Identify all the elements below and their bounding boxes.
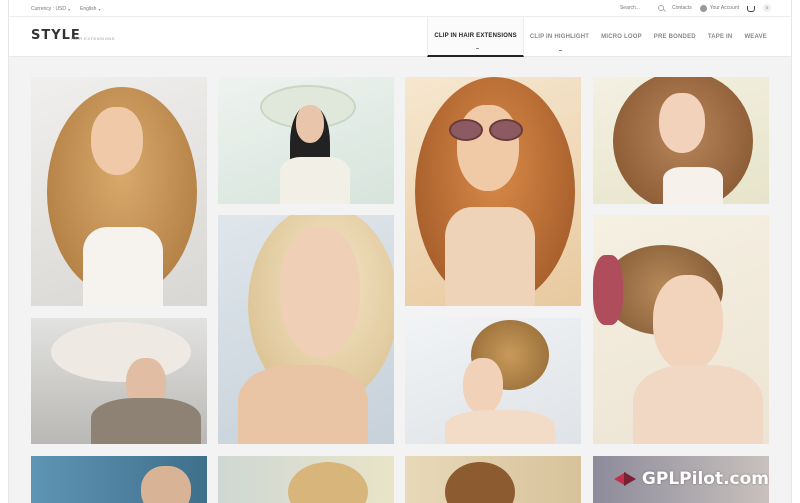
nav-item-label: TAPE IN (707, 34, 733, 40)
account-link[interactable]: Your Account (699, 4, 739, 12)
chevron-down-icon: ▾ (98, 6, 101, 12)
logo-tagline: HAIR EXTENSIONS (71, 36, 115, 41)
user-icon (699, 4, 707, 12)
nav-item-label: WEAVE (744, 34, 767, 40)
photo-grid (9, 58, 791, 503)
main-nav: CLIP IN HAIR EXTENSIONS CLIP IN HIGHLIGH… (427, 17, 773, 57)
gallery-photo-floral-updo[interactable] (593, 215, 769, 444)
nav-item-weave[interactable]: WEAVE (738, 17, 773, 57)
watermark: GPLPilot.com (613, 469, 769, 489)
gallery-photo-sun-hat[interactable] (218, 77, 394, 204)
gallery-photo-bottom-3[interactable] (405, 456, 581, 503)
page-frame: Currency : USD ▾ English ▾ Search... Con… (8, 0, 792, 503)
nav-item-pre-bonded[interactable]: PRE BONDED (648, 17, 702, 57)
account-label: Your Account (709, 5, 739, 11)
nav-item-label: CLIP IN HIGHLIGHT (529, 34, 590, 40)
cart-icon[interactable] (747, 6, 755, 12)
gallery-photo-windblown-platinum[interactable] (31, 318, 207, 444)
gallery-photo-updo[interactable] (405, 318, 581, 444)
nav-item-label: PRE BONDED (653, 34, 696, 40)
site-header: STYLE HAIR EXTENSIONS CLIP IN HAIR EXTEN… (9, 17, 791, 57)
submenu-indicator-icon (475, 48, 479, 49)
watermark-logo-icon (613, 472, 638, 486)
gallery-photo-curly-blonde[interactable] (31, 77, 207, 306)
submenu-indicator-icon (559, 50, 563, 51)
contacts-link[interactable]: Contacts (672, 5, 692, 11)
nav-item-tape-in[interactable]: TAPE IN (702, 17, 739, 57)
utility-bar: Currency : USD ▾ English ▾ Search... Con… (9, 0, 791, 17)
currency-select[interactable]: Currency : USD ▾ (31, 6, 70, 12)
language-select[interactable]: English ▾ (80, 6, 100, 12)
nav-item-micro-loop[interactable]: MICRO LOOP (595, 17, 648, 57)
currency-label: Currency : USD (31, 6, 67, 12)
chevron-down-icon: ▾ (68, 6, 71, 12)
nav-item-label: CLIP IN HAIR EXTENSIONS (434, 33, 517, 39)
search-icon[interactable] (657, 5, 664, 11)
watermark-text: GPLPilot.com (641, 469, 769, 489)
nav-item-clip-in-highlight[interactable]: CLIP IN HIGHLIGHT (524, 17, 595, 57)
cart-count-badge: 0 (763, 4, 771, 12)
search-input[interactable]: Search... (620, 5, 640, 11)
gallery-photo-curly-pink[interactable] (593, 77, 769, 204)
gallery-photo-sunglasses[interactable] (405, 77, 581, 306)
gallery-photo-bottom-2[interactable] (218, 456, 394, 503)
language-label: English (80, 6, 97, 12)
nav-item-clip-in-hair-extensions[interactable]: CLIP IN HAIR EXTENSIONS (427, 17, 524, 57)
gallery-photo-blonde-bob[interactable] (218, 215, 394, 444)
gallery-photo-bottom-1[interactable] (31, 456, 207, 503)
nav-item-label: MICRO LOOP (601, 34, 642, 40)
